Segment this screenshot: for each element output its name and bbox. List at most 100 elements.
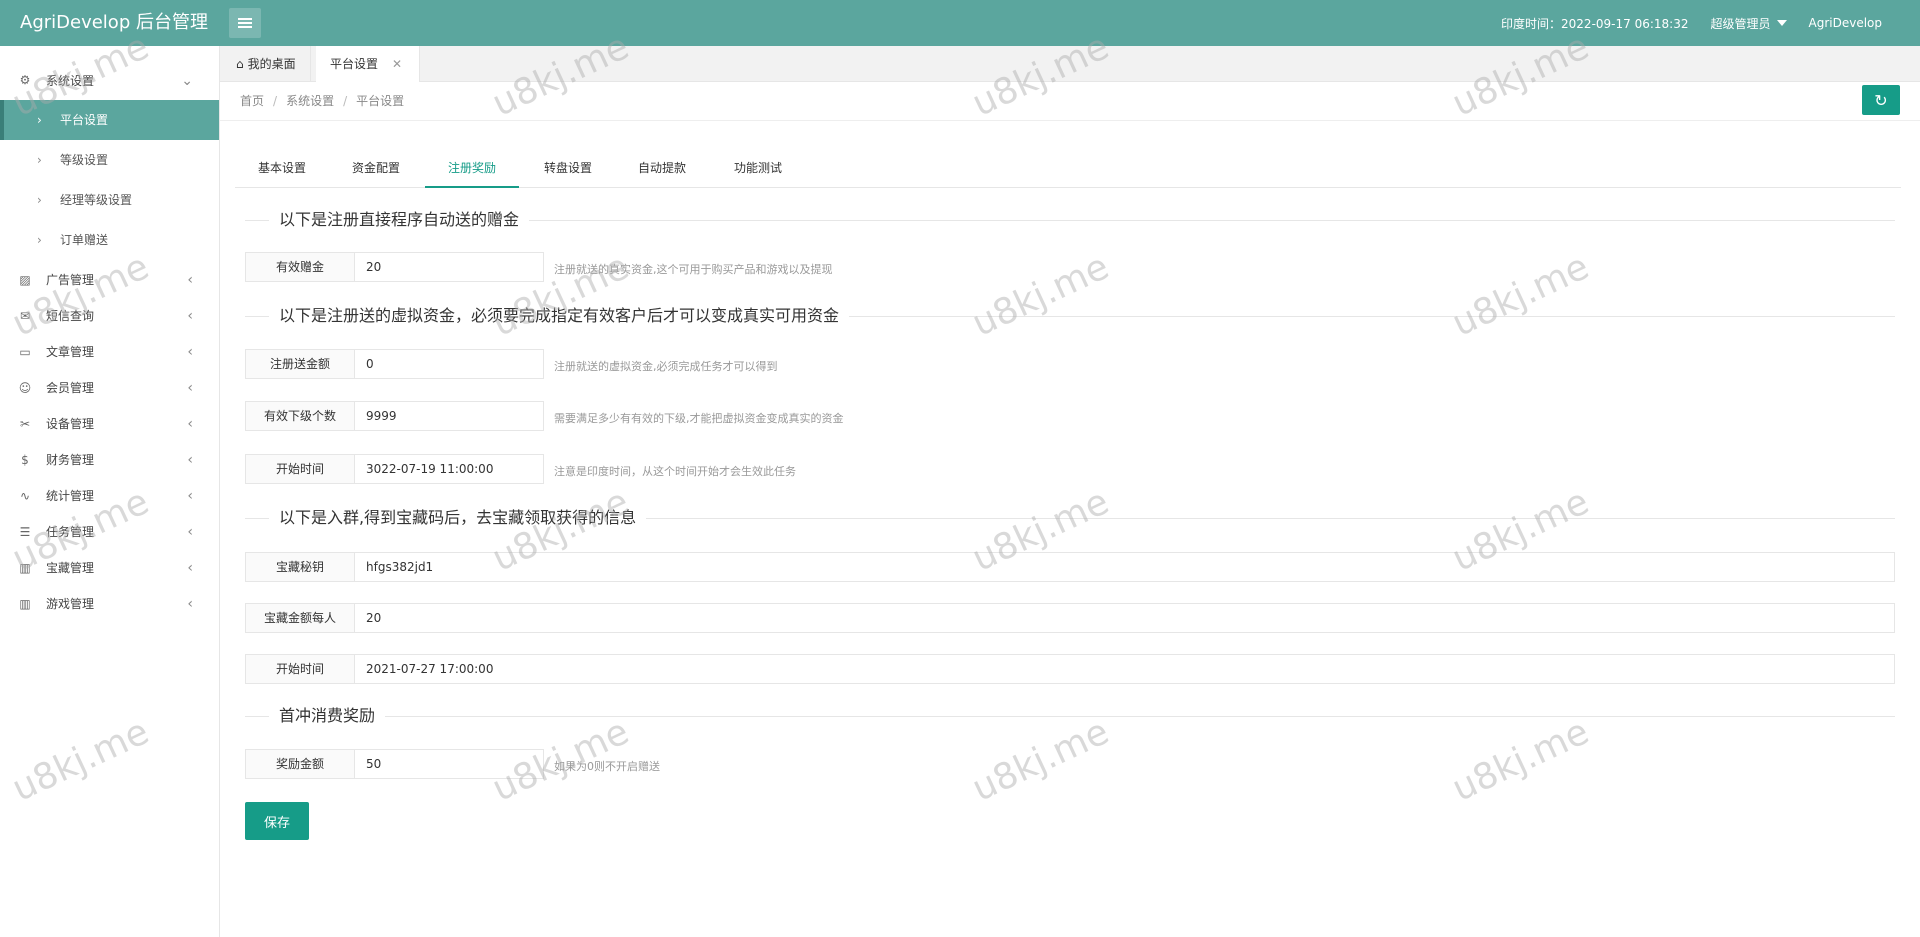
sidebar-item-platform[interactable]: › 平台设置 [0,100,219,140]
chevron-right-icon: › [37,233,42,247]
sidebar-group-finance[interactable]: $ 财务管理 ‹ [0,442,219,478]
sidebar-item-manager-level[interactable]: › 经理等级设置 [0,180,219,220]
image-icon: ▨ [19,273,31,287]
tab-basic[interactable]: 基本设置 [235,148,329,188]
sidebar-group-label: 广告管理 [46,273,95,287]
chevron-right-icon: › [37,153,42,167]
field-hint: 注册就送的虚拟资金,必须完成任务才可以得到 [554,360,778,373]
sidebar-group-devices[interactable]: ✂ 设备管理 ‹ [0,406,219,442]
tab-funds[interactable]: 资金配置 [329,148,423,188]
field-label: 奖励金额 [245,749,355,779]
treasure-amount-input[interactable] [354,603,1895,633]
sidebar-group-sms[interactable]: ✉ 短信查询 ‹ [0,298,219,334]
sidebar-group-label: 游戏管理 [46,597,95,611]
gift-icon: ▥ [19,597,31,611]
menu-toggle-button[interactable] [229,8,261,38]
sidebar-group-members[interactable]: ☺ 会员管理 ‹ [0,370,219,406]
save-button[interactable]: 保存 [245,802,309,840]
sidebar-group-label: 短信查询 [46,309,95,323]
chevron-right-icon: › [37,113,42,127]
header-right: 印度时间：2022-09-17 06:18:32 超级管理员 AgriDevel… [1479,0,1882,46]
tools-icon: ✂ [19,417,31,431]
field-label: 注册送金额 [245,349,355,379]
chevron-left-icon: ‹ [187,416,193,432]
treasure-key-input[interactable] [354,552,1895,582]
sliders-icon: ☰ [19,525,31,539]
home-icon: ⌂ [236,57,244,71]
sub-count-input[interactable] [354,401,544,431]
section-title-text: 首冲消费奖励 [269,704,386,728]
main-content: 首页 / 系统设置 / 平台设置 ↻ 基本设置 资金配置 注册奖励 转盘设置 自动提款 … [220,82,1920,937]
breadcrumb-system[interactable]: 系统设置 [286,94,334,108]
app-logo: AgriDevelop 后台管理 [20,12,208,33]
refresh-icon: ↻ [1874,90,1888,110]
role-dropdown[interactable]: 超级管理员 [1710,15,1787,32]
tab-platform-settings[interactable]: 平台设置 ✕ [316,46,420,82]
breadcrumb-current: 平台设置 [356,94,405,108]
sidebar-item-order-gift[interactable]: › 订单赠送 [0,220,219,260]
page-tab-bar: ⌂ 我的桌面 平台设置 ✕ [220,46,1920,82]
gift-icon: ▥ [19,561,31,575]
field-hint: 注意是印度时间，从这个时间开始才会生效此任务 [554,465,796,478]
tab-active-label: 平台设置 [330,57,379,71]
caret-down-icon [1776,20,1787,26]
sidebar-group-label: 文章管理 [46,345,95,359]
sidebar-group-tasks[interactable]: ☰ 任务管理 ‹ [0,514,219,550]
sidebar-group-articles[interactable]: ▭ 文章管理 ‹ [0,334,219,370]
server-time: 印度时间：2022-09-17 06:18:32 [1501,16,1689,31]
sidebar-item-label: 订单赠送 [60,233,109,247]
divider [220,120,1920,121]
sidebar-group-label: 宝藏管理 [46,561,95,575]
field-hint: 如果为0则不开启赠送 [554,760,660,773]
tab-home[interactable]: ⌂ 我的桌面 [220,46,311,82]
refresh-button[interactable]: ↻ [1862,85,1900,115]
sidebar-group-label: 任务管理 [46,525,95,539]
sidebar-group-games[interactable]: ▥ 游戏管理 ‹ [0,586,219,622]
tab-wheel[interactable]: 转盘设置 [521,148,615,188]
treasure-time-input[interactable] [354,654,1895,684]
sidebar: ⚙ 系统设置 ⌄ › 平台设置 › 等级设置 › 经理等级设置 › 订单赠送 ▨… [0,46,220,937]
sidebar-group-treasure[interactable]: ▥ 宝藏管理 ‹ [0,550,219,586]
sidebar-groups: ▨ 广告管理 ‹ ✉ 短信查询 ‹ ▭ 文章管理 ‹ ☺ 会员管理 ‹ ✂ 设备管理 ‹ $ 财务管理… [0,262,219,622]
chevron-left-icon: ‹ [187,452,193,468]
gear-icon: ⚙ [19,73,31,87]
field-label: 宝藏金额每人 [245,603,355,633]
chevron-left-icon: ‹ [187,380,193,396]
chevron-down-icon: ⌄ [181,73,193,89]
field-label: 开始时间 [245,454,355,484]
sidebar-group-label: 设备管理 [46,417,95,431]
sidebar-group-ads[interactable]: ▨ 广告管理 ‹ [0,262,219,298]
role-label: 超级管理员 [1710,16,1771,31]
section-title-text: 以下是注册直接程序自动送的赠金 [269,208,530,232]
field-label: 有效赠金 [245,252,355,282]
sidebar-item-level[interactable]: › 等级设置 [0,140,219,180]
sidebar-group-label: 系统设置 [46,74,95,88]
tab-home-label: 我的桌面 [247,57,296,71]
start-time-input[interactable] [354,454,544,484]
chevron-left-icon: ‹ [187,488,193,504]
hamburger-icon [238,18,252,28]
breadcrumb: 首页 / 系统设置 / 平台设置 [240,82,404,120]
reg-amount-input[interactable] [354,349,544,379]
section-title: 以下是注册送的虚拟资金，必须要完成指定有效客户后才可以变成真实可用资金 [245,304,1895,328]
tab-auto-withdraw[interactable]: 自动提款 [615,148,709,188]
sidebar-group-label: 会员管理 [46,381,95,395]
sidebar-item-label: 经理等级设置 [60,193,133,207]
reward-input[interactable] [354,749,544,779]
chevron-left-icon: ‹ [187,596,193,612]
sidebar-group-system[interactable]: ⚙ 系统设置 ⌄ [0,62,219,100]
tab-test[interactable]: 功能测试 [711,148,805,188]
sidebar-group-stats[interactable]: ∿ 统计管理 ‹ [0,478,219,514]
breadcrumb-separator: / [273,94,278,108]
user-icon: ☺ [18,381,32,395]
chevron-left-icon: ‹ [187,560,193,576]
tab-register-reward[interactable]: 注册奖励 [425,148,519,188]
user-name[interactable]: AgriDevelop [1809,16,1883,30]
chevron-left-icon: ‹ [187,272,193,288]
sidebar-item-label: 等级设置 [60,153,109,167]
chevron-left-icon: ‹ [187,308,193,324]
close-icon[interactable]: ✕ [392,57,402,71]
breadcrumb-home[interactable]: 首页 [240,94,264,108]
bonus-input[interactable] [354,252,544,282]
sidebar-group-label: 财务管理 [46,453,95,467]
